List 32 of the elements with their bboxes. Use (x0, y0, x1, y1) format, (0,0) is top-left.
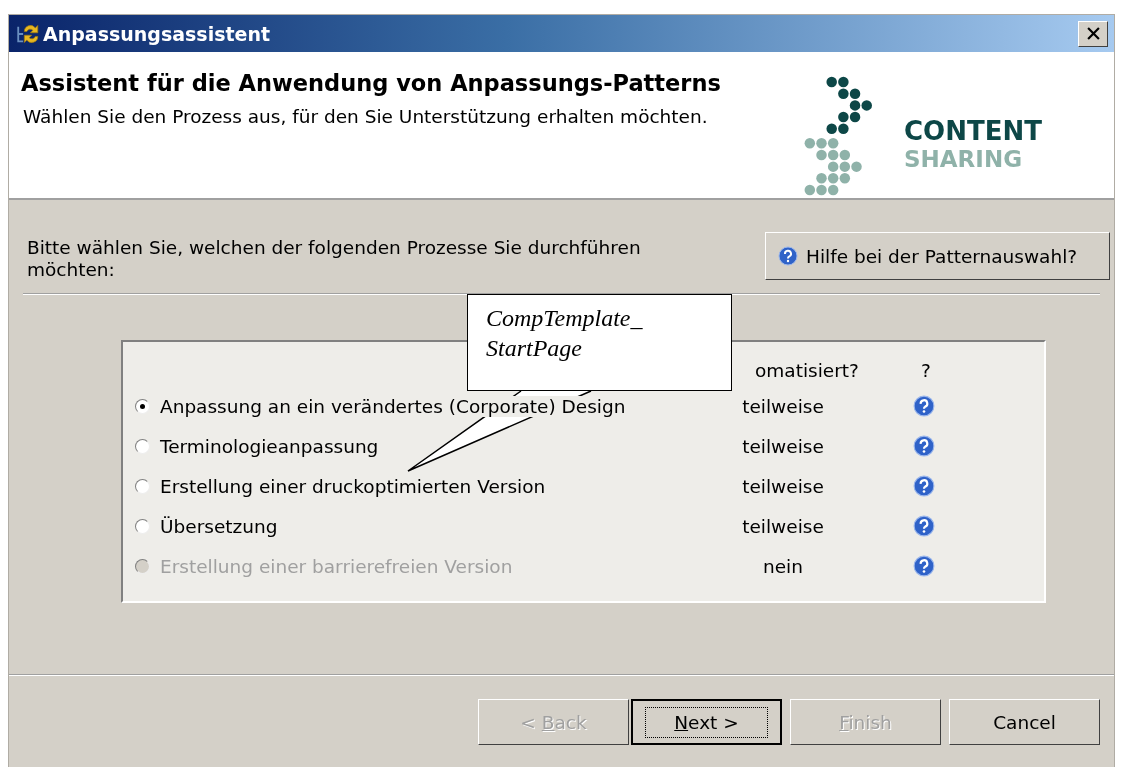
option-label: Übersetzung (160, 515, 278, 537)
help-icon[interactable] (913, 515, 935, 537)
close-icon (1086, 27, 1100, 40)
radio-button[interactable] (135, 438, 150, 454)
help-icon (778, 246, 798, 266)
column-header: ? (921, 359, 931, 381)
logo-text: SHARING (904, 146, 1023, 172)
logo-text: CONTENT (904, 116, 1042, 146)
wizard-title: Assistent für die Anwendung von Anpassungs-Patterns (21, 70, 722, 96)
wizard-button[interactable]: Next > (631, 699, 782, 745)
automation-value: teilweise (741, 475, 825, 497)
wizard-icon (17, 23, 39, 44)
window-title: Anpassungsassistent (43, 22, 272, 45)
radio-button[interactable] (135, 478, 150, 494)
help-button[interactable]: Hilfe bei der Patternauswahl? (765, 232, 1110, 280)
radio-button[interactable] (135, 518, 150, 534)
automation-value: teilweise (741, 515, 825, 537)
automation-value: teilweise (741, 395, 825, 417)
wizard-button[interactable]: Cancel (949, 699, 1100, 745)
wizard-subtitle: Wählen Sie den Prozess aus, für den Sie Unterstützung erhalten möchten. (22, 106, 709, 127)
help-icon[interactable] (913, 555, 935, 577)
column-header: omatisiert? (754, 359, 860, 381)
close-button[interactable] (1078, 20, 1108, 47)
help-icon[interactable] (913, 435, 935, 457)
help-icon[interactable] (913, 395, 935, 417)
automation-value: nein (762, 555, 804, 577)
option-label: Anpassung an ein verändertes (Corporate) Design (160, 395, 626, 417)
help-icon[interactable] (913, 475, 935, 497)
automation-value: teilweise (741, 435, 825, 457)
prompt-text: Bitte wählen Sie, welchen der folgenden Prozesse Sie durchführen möchten: (27, 237, 642, 281)
radio-button[interactable] (135, 398, 150, 414)
callout-note: CompTemplate_ StartPage (467, 294, 732, 391)
